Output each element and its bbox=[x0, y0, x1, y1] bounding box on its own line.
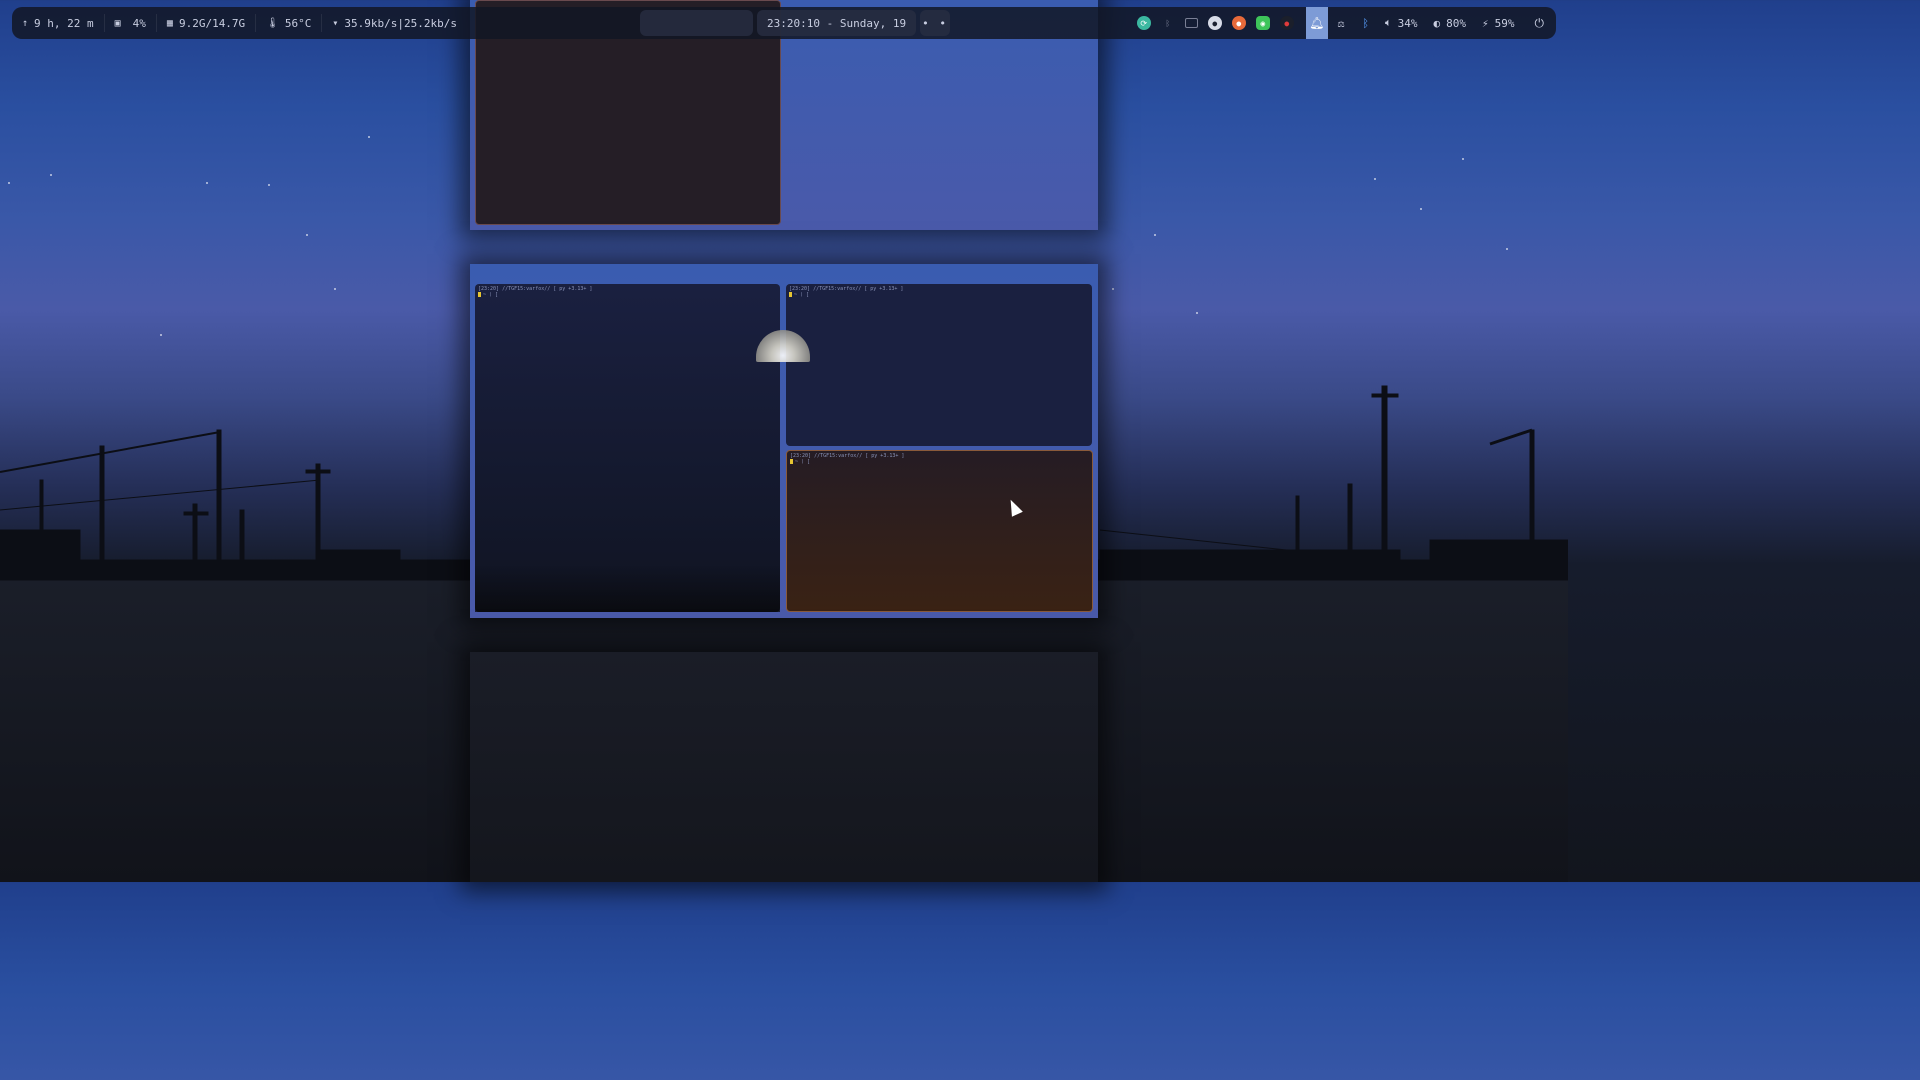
wechat-icon[interactable]: ◉ bbox=[1255, 16, 1270, 30]
memory-value: 9.2G/14.7G bbox=[178, 16, 246, 30]
status-bar: ↑ 9 h, 22 m ▣ 4% ▦ 9.2G/14.7G 🌡︎ 56°C ▾ … bbox=[12, 7, 1556, 39]
volume-module[interactable]: 🔈︎ 34% bbox=[1377, 16, 1425, 30]
terminal-prompt: ~ ⟩ [ bbox=[790, 459, 810, 465]
cpu-module[interactable]: ▣ 4% bbox=[105, 7, 156, 39]
workspace-indicator[interactable] bbox=[640, 10, 753, 36]
scale-icon[interactable]: ⚖ bbox=[1328, 17, 1355, 30]
app-orange-icon[interactable]: ● bbox=[1231, 16, 1246, 30]
sync-icon[interactable]: ⟳ bbox=[1136, 16, 1151, 30]
uptime-value: 9 h, 22 m bbox=[34, 16, 94, 30]
battery-value: 59% bbox=[1494, 16, 1515, 30]
terminal-prompt: ~ ⟩ [ bbox=[789, 292, 809, 298]
more-button[interactable]: • • bbox=[920, 10, 951, 36]
temperature-module[interactable]: 🌡︎ 56°C bbox=[256, 7, 321, 39]
memory-module[interactable]: ▦ 9.2G/14.7G bbox=[157, 7, 255, 39]
speaker-icon: 🔈︎ bbox=[1385, 16, 1392, 29]
bluetooth-tray-icon[interactable]: ᛒ bbox=[1161, 16, 1175, 30]
bluetooth-icon[interactable]: ᛒ bbox=[1354, 17, 1377, 30]
wifi-icon: ▾ bbox=[332, 17, 339, 29]
arrow-up-icon: ↑ bbox=[22, 17, 29, 29]
terminal-window-bottom-right-focused[interactable]: [23:20] //TGF15:varfox// [ py +3.13+ ] ~… bbox=[786, 450, 1093, 612]
cpu-value: 4% bbox=[132, 16, 146, 30]
workspace-preview-2[interactable]: [23:20] //TGF15:varfox// [ py +3.13+ ] ~… bbox=[470, 264, 1098, 618]
network-module[interactable]: ▾ 35.9kb/s|25.2kb/s bbox=[322, 7, 467, 39]
notification-bell-icon[interactable]: 🔔︎ bbox=[1305, 7, 1328, 39]
brightness-icon: ◐ bbox=[1433, 16, 1441, 30]
thermometer-icon: 🌡︎ bbox=[266, 17, 279, 29]
power-icon[interactable]: ⏻ bbox=[1523, 16, 1557, 31]
window-reflection bbox=[475, 564, 780, 612]
cpu-icon: ▣ bbox=[114, 17, 121, 29]
terminal-prompt: ~ ⟩ [ bbox=[478, 292, 498, 298]
terminal-window-left[interactable]: [23:20] //TGF15:varfox// [ py +3.13+ ] ~… bbox=[475, 284, 780, 612]
system-tray: ⟳ ᛒ ● ● ◉ ● bbox=[1125, 16, 1306, 30]
workspace-preview-3[interactable] bbox=[470, 652, 1098, 882]
qq-icon[interactable]: ● bbox=[1279, 16, 1294, 30]
temperature-value: 56°C bbox=[284, 16, 312, 30]
network-value: 35.9kb/s|25.2kb/s bbox=[344, 16, 458, 30]
memory-icon: ▦ bbox=[166, 17, 173, 29]
clock[interactable]: 23:20:10 - Sunday, 19 bbox=[757, 10, 917, 36]
keyboard-icon[interactable] bbox=[1184, 18, 1198, 28]
uptime-module[interactable]: ↑ 9 h, 22 m bbox=[12, 7, 104, 39]
steam-icon[interactable]: ● bbox=[1207, 16, 1222, 30]
brightness-module[interactable]: ◐ 80% bbox=[1426, 17, 1475, 30]
charging-icon: ⚡ bbox=[1482, 16, 1489, 30]
volume-value: 34% bbox=[1397, 16, 1418, 30]
brightness-value: 80% bbox=[1446, 16, 1466, 30]
battery-module[interactable]: ⚡ 59% bbox=[1474, 17, 1523, 30]
terminal-window-top-right[interactable]: [23:20] //TGF15:varfox// [ py +3.13+ ] ~… bbox=[786, 284, 1092, 446]
